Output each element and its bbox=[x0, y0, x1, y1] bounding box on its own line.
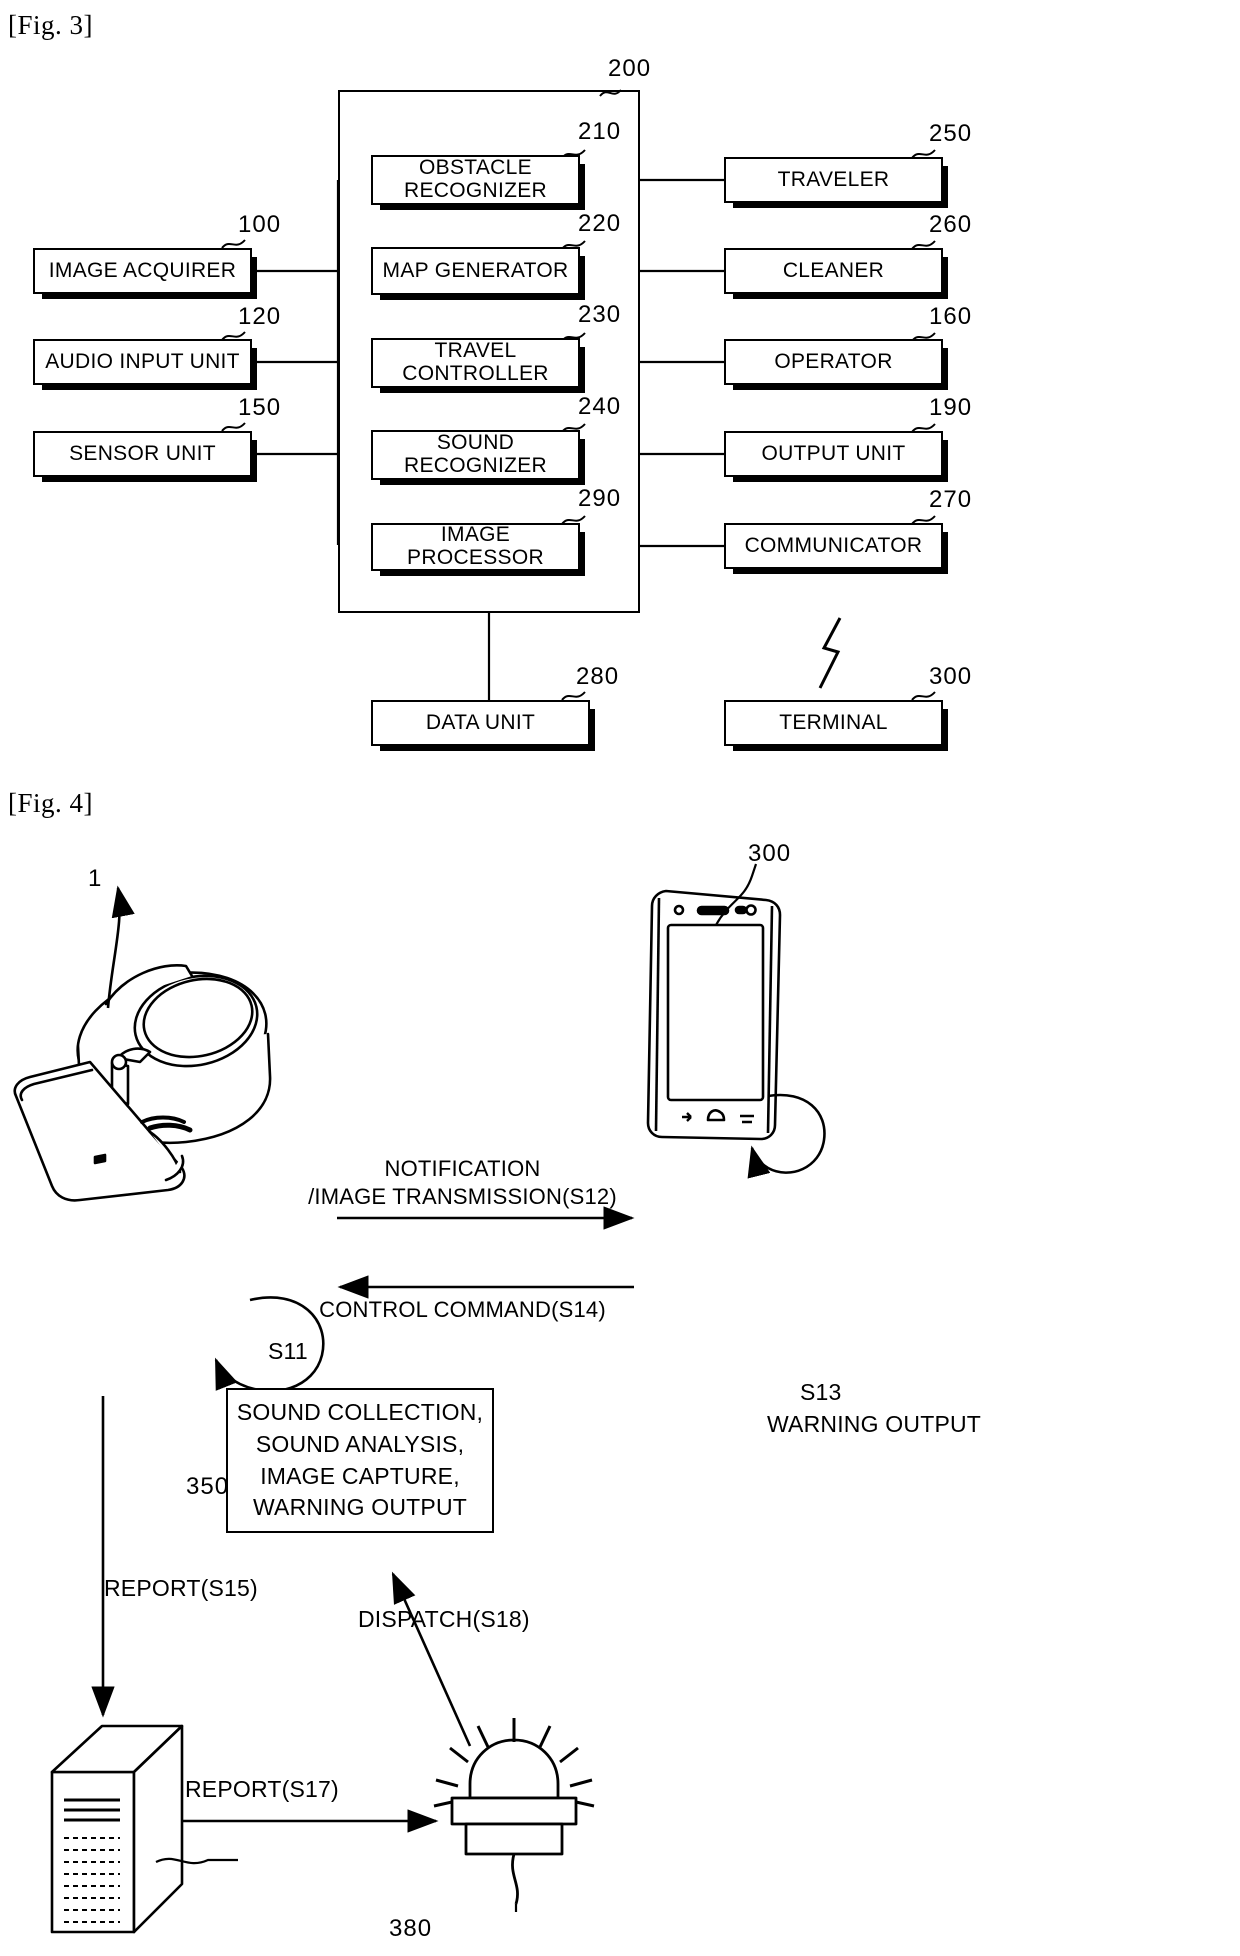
block-label: TRAVELER bbox=[777, 167, 890, 191]
block-communicator: COMMUNICATOR bbox=[724, 523, 948, 574]
block-sound-recognizer: SOUND RECOGNIZER bbox=[371, 430, 585, 485]
block-sensor-unit: SENSOR UNIT bbox=[33, 431, 257, 482]
block-label: SOUND RECOGNIZER bbox=[403, 431, 547, 477]
ref-220: 220 bbox=[578, 210, 622, 237]
ref-160: 160 bbox=[929, 303, 973, 330]
ref-1-robot: 1 bbox=[88, 865, 103, 892]
block-traveler: TRAVELER bbox=[724, 157, 948, 208]
block-label: MAP GENERATOR bbox=[382, 258, 569, 282]
flow-label-warning-output: WARNING OUTPUT bbox=[767, 1411, 982, 1437]
figure-3-caption: [Fig. 3] bbox=[8, 10, 93, 40]
block-operator: OPERATOR bbox=[724, 339, 948, 390]
block-label: CLEANER bbox=[782, 258, 885, 282]
ref-270: 270 bbox=[929, 486, 973, 513]
block-image-acquirer: IMAGE ACQUIRER bbox=[33, 248, 257, 299]
block-label: IMAGE PROCESSOR bbox=[407, 523, 544, 569]
block-output-unit: OUTPUT UNIT bbox=[724, 431, 948, 482]
block-travel-controller: TRAVEL CONTROLLER bbox=[371, 338, 585, 393]
flow-label-s18: DISPATCH(S18) bbox=[358, 1606, 530, 1632]
ref-350-server: 350 bbox=[186, 1473, 230, 1500]
block-image-processor: IMAGE PROCESSOR bbox=[371, 523, 585, 576]
block-label: COMMUNICATOR bbox=[744, 533, 923, 557]
ref-100: 100 bbox=[238, 211, 282, 238]
block-label: OPERATOR bbox=[774, 349, 893, 373]
flow-label-s11: S11 bbox=[268, 1338, 308, 1364]
ref-210: 210 bbox=[578, 118, 622, 145]
block-audio-input-unit: AUDIO INPUT UNIT bbox=[33, 339, 257, 390]
ref-190: 190 bbox=[929, 394, 973, 421]
ref-290: 290 bbox=[578, 485, 622, 512]
block-label: SENSOR UNIT bbox=[69, 441, 216, 465]
ref-120: 120 bbox=[238, 303, 282, 330]
flow-label-s13: S13 bbox=[800, 1379, 842, 1405]
flow-label-s15: REPORT(S15) bbox=[104, 1575, 258, 1601]
ref-380-siren: 380 bbox=[389, 1915, 433, 1942]
ref-150: 150 bbox=[238, 394, 282, 421]
ref-230: 230 bbox=[578, 301, 622, 328]
block-label: DATA UNIT bbox=[425, 710, 536, 734]
ref-300-terminal: 300 bbox=[748, 840, 792, 867]
ref-260: 260 bbox=[929, 211, 973, 238]
figure-4-caption: [Fig. 4] bbox=[8, 788, 93, 818]
ref-200: 200 bbox=[608, 55, 652, 82]
ref-280: 280 bbox=[576, 663, 620, 690]
block-terminal: TERMINAL bbox=[724, 700, 948, 751]
ref-300-fig3: 300 bbox=[929, 663, 973, 690]
flow-label-s12: NOTIFICATION /IMAGE TRANSMISSION(S12) bbox=[308, 1156, 617, 1209]
block-data-unit: DATA UNIT bbox=[371, 700, 595, 751]
block-label: AUDIO INPUT UNIT bbox=[45, 349, 240, 373]
ref-250: 250 bbox=[929, 120, 973, 147]
block-cleaner: CLEANER bbox=[724, 248, 948, 299]
block-obstacle-recognizer: OBSTACLE RECOGNIZER bbox=[371, 155, 585, 210]
block-label: OUTPUT UNIT bbox=[761, 441, 906, 465]
block-map-generator: MAP GENERATOR bbox=[371, 247, 585, 300]
block-label: TRAVEL CONTROLLER bbox=[402, 339, 549, 385]
block-label: OBSTACLE RECOGNIZER bbox=[403, 156, 547, 202]
block-label: IMAGE ACQUIRER bbox=[48, 258, 237, 282]
action-description-box: SOUND COLLECTION, SOUND ANALYSIS, IMAGE … bbox=[226, 1388, 494, 1533]
action-description-text: SOUND COLLECTION, SOUND ANALYSIS, IMAGE … bbox=[236, 1399, 484, 1521]
flow-label-s14: CONTROL COMMAND(S14) bbox=[319, 1297, 606, 1322]
ref-240: 240 bbox=[578, 393, 622, 420]
block-label: TERMINAL bbox=[779, 710, 888, 734]
flow-label-s17: REPORT(S17) bbox=[185, 1776, 339, 1802]
patent-figure-sheet: [Fig. 3] [Fig. 4] 200 OBSTACLE RECOGNIZE… bbox=[0, 0, 1240, 1956]
